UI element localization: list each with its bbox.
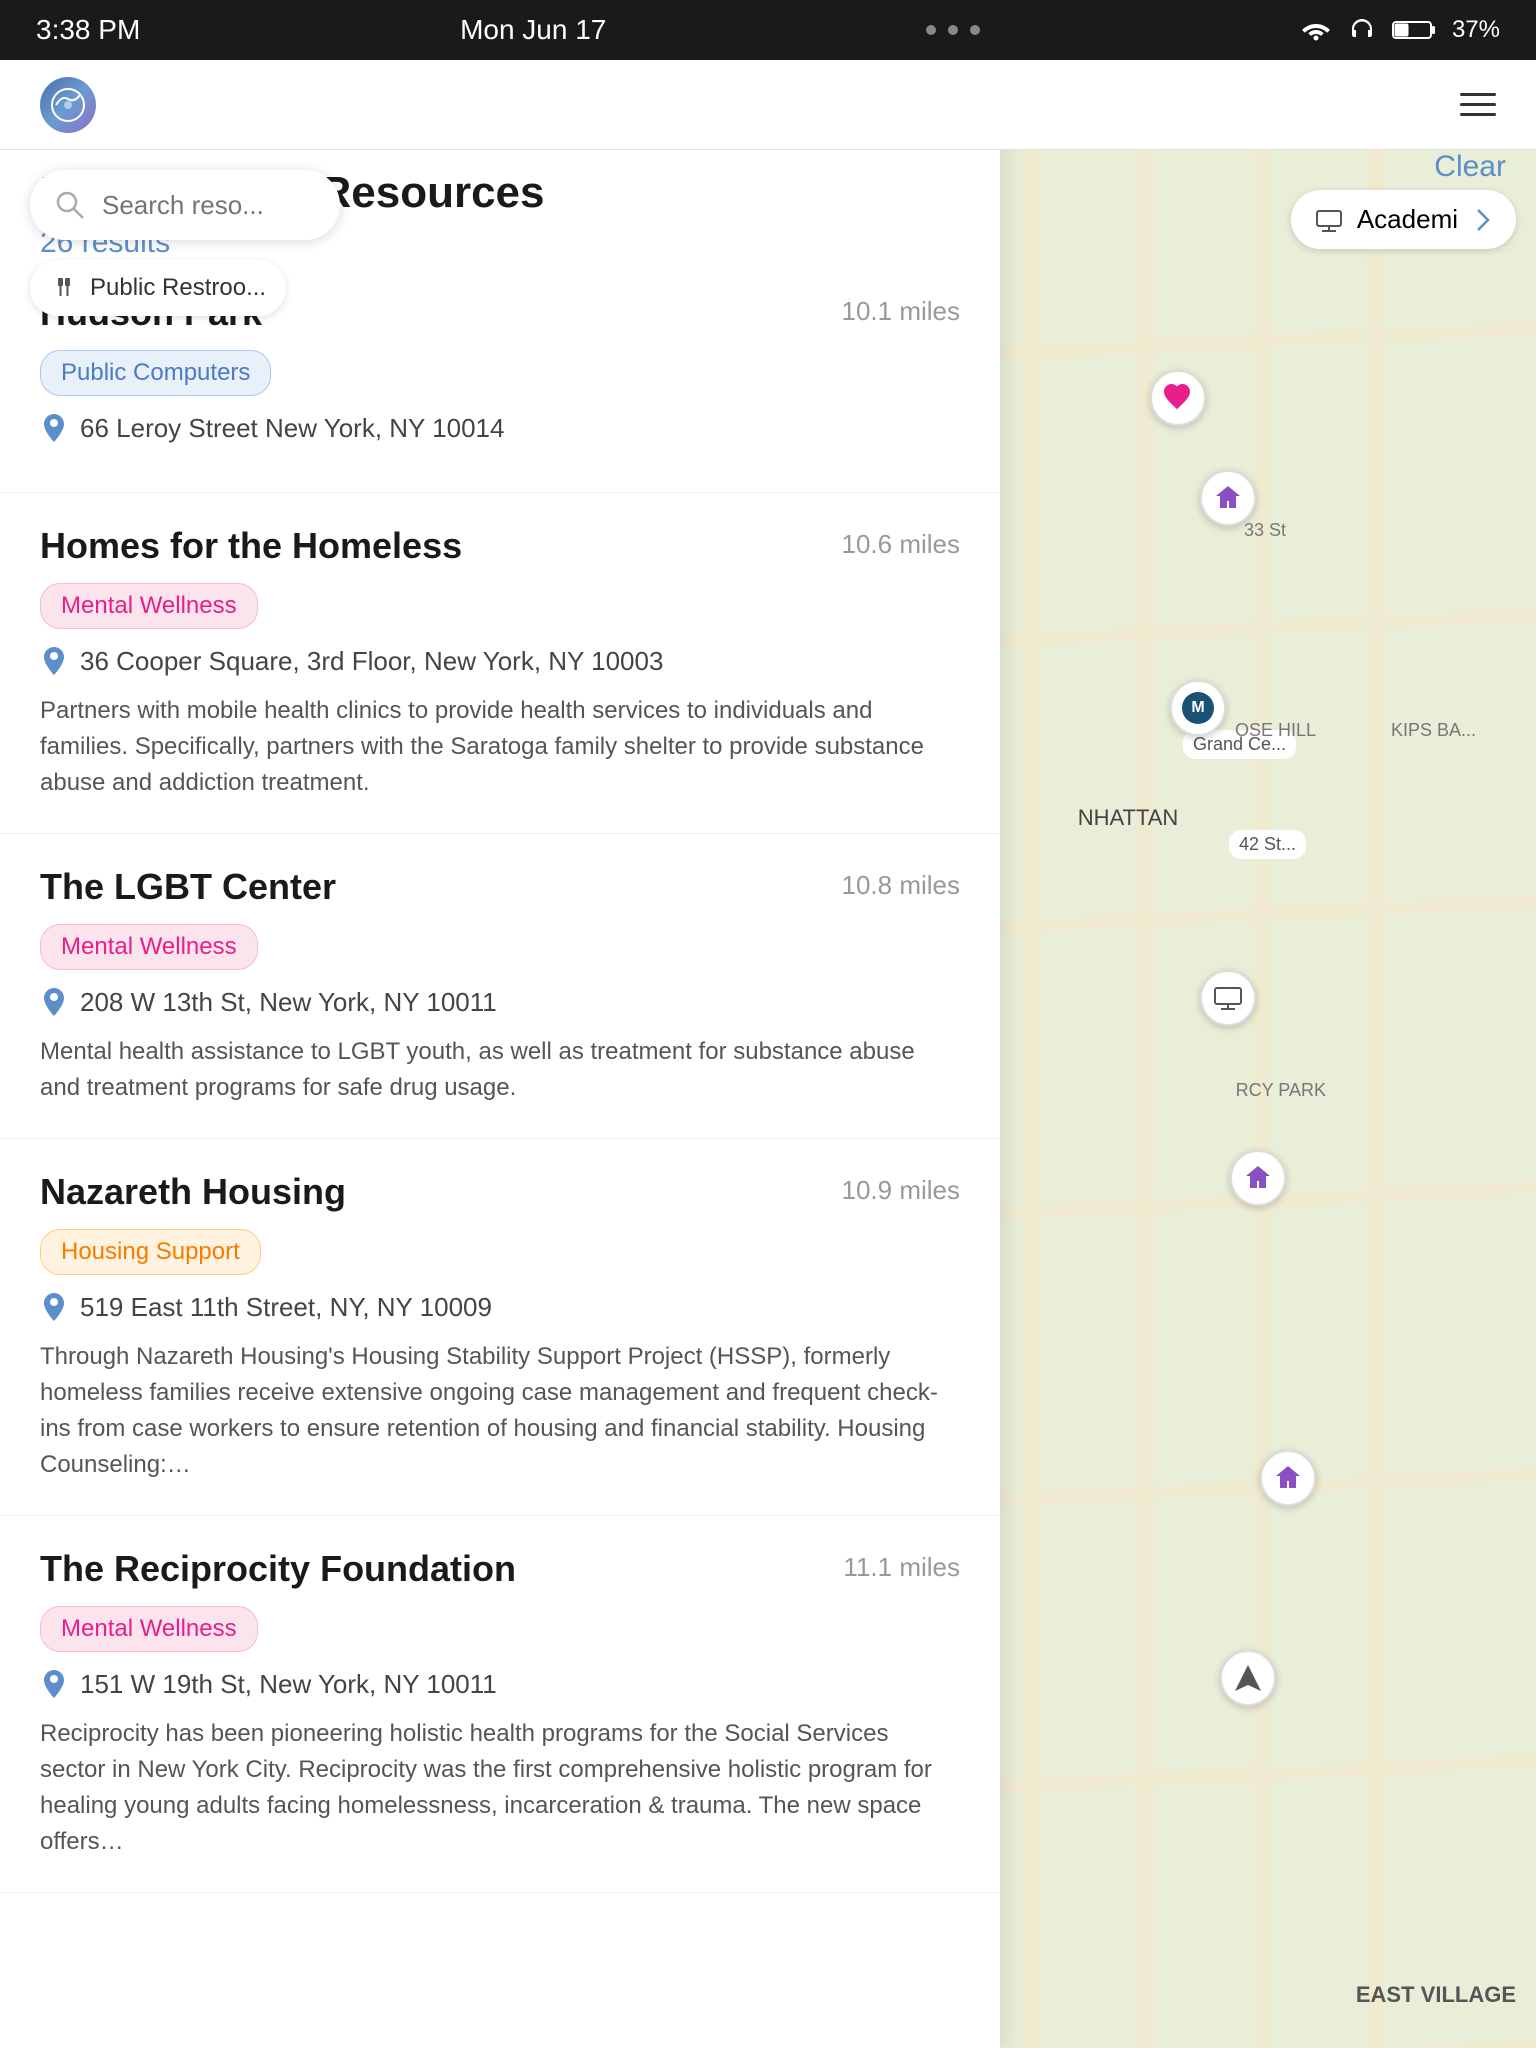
card-distance-2: 10.6 miles [842, 525, 961, 560]
resource-card-5[interactable]: The Reciprocity Foundation 11.1 miles Me… [0, 1516, 1000, 1893]
hamburger-menu-button[interactable] [1460, 93, 1496, 116]
hamburger-line-1 [1460, 93, 1496, 96]
hamburger-line-3 [1460, 113, 1496, 116]
status-date: Mon Jun 17 [460, 14, 606, 46]
map-chip-subway[interactable]: M [1170, 680, 1226, 736]
battery-icon [1392, 19, 1436, 41]
location-pin-5 [40, 1668, 68, 1700]
dot3 [970, 25, 980, 35]
home-marker-3-icon [1273, 1463, 1303, 1493]
filter-chip[interactable]: Public Restroo... [30, 260, 286, 316]
map-marker-home-1[interactable] [1200, 470, 1256, 526]
card-title-3: The LGBT Center [40, 866, 336, 908]
battery-percent: 37% [1452, 16, 1500, 44]
map-label-murray: NHATTAN [1100, 790, 1156, 846]
card-address-text-1: 66 Leroy Street New York, NY 10014 [80, 413, 504, 444]
map-marker-home-2[interactable] [1230, 1150, 1286, 1206]
card-address-text-3: 208 W 13th St, New York, NY 10011 [80, 987, 497, 1018]
navigate-icon [1233, 1663, 1263, 1693]
computer-chip-icon [1315, 206, 1343, 234]
card-tag-4[interactable]: Housing Support [40, 1229, 261, 1275]
card-title-5: The Reciprocity Foundation [40, 1548, 516, 1590]
card-tag-1[interactable]: Public Computers [40, 350, 271, 396]
map-right-controls: Clear Academi [1000, 120, 1536, 320]
search-input[interactable] [102, 190, 302, 221]
status-center [926, 25, 980, 35]
map-marker-navigate[interactable] [1220, 1650, 1276, 1706]
resource-card-2[interactable]: Homes for the Homeless 10.6 miles Mental… [0, 493, 1000, 834]
status-bar: 3:38 PM Mon Jun 17 37% [0, 0, 1536, 60]
card-address-text-4: 519 East 11th Street, NY, NY 10009 [80, 1292, 492, 1323]
map-label-eastvillage: EAST VILLAGE [1356, 1982, 1516, 2008]
card-distance-5: 11.1 miles [843, 1548, 960, 1583]
map-marker-heart[interactable] [1150, 370, 1206, 426]
card-address-1: 66 Leroy Street New York, NY 10014 [40, 412, 960, 444]
card-distance-4: 10.9 miles [842, 1171, 961, 1206]
app-header [0, 60, 1536, 150]
location-pin-3 [40, 986, 68, 1018]
category-chip[interactable]: Academi [1291, 190, 1516, 249]
card-description-3: Mental health assistance to LGBT youth, … [40, 1034, 960, 1106]
map-label-mrcypark: RCY PARK [1236, 1080, 1326, 1101]
card-tag-5[interactable]: Mental Wellness [40, 1606, 258, 1652]
bottom-panel[interactable]: Browsing All Resources 26 results Hudson… [0, 120, 1000, 2048]
dot1 [926, 25, 936, 35]
home-marker-2-icon [1243, 1163, 1273, 1193]
card-description-4: Through Nazareth Housing's Housing Stabi… [40, 1339, 960, 1483]
map-label-42st: 42 St... [1229, 830, 1306, 859]
computer-marker-1-icon [1213, 984, 1243, 1012]
card-address-5: 151 W 19th St, New York, NY 10011 [40, 1668, 960, 1700]
clear-button[interactable]: Clear [1434, 150, 1506, 184]
home-marker-1-icon [1213, 483, 1243, 513]
map-marker-home-3[interactable] [1260, 1450, 1316, 1506]
dot2 [948, 25, 958, 35]
resource-card-4[interactable]: Nazareth Housing 10.9 miles Housing Supp… [0, 1139, 1000, 1516]
category-chip-arrow [1472, 206, 1492, 234]
card-title-2: Homes for the Homeless [40, 525, 462, 567]
card-header-4: Nazareth Housing 10.9 miles [40, 1171, 960, 1213]
card-address-text-5: 151 W 19th St, New York, NY 10011 [80, 1669, 497, 1700]
status-time: 3:38 PM [36, 14, 140, 46]
category-chip-label: Academi [1357, 204, 1458, 235]
card-header-3: The LGBT Center 10.8 miles [40, 866, 960, 908]
restroom-icon [50, 274, 78, 302]
location-pin-1 [40, 412, 68, 444]
wifi-icon [1300, 18, 1332, 42]
search-bar[interactable] [30, 170, 340, 240]
headphones-icon [1348, 16, 1376, 44]
card-title-4: Nazareth Housing [40, 1171, 346, 1213]
card-header-2: Homes for the Homeless 10.6 miles [40, 525, 960, 567]
card-address-3: 208 W 13th St, New York, NY 10011 [40, 986, 960, 1018]
card-distance-1: 10.1 miles [842, 292, 961, 327]
hamburger-line-2 [1460, 103, 1496, 106]
card-description-5: Reciprocity has been pioneering holistic… [40, 1716, 960, 1860]
location-pin-2 [40, 645, 68, 677]
map-marker-computer-1[interactable] [1200, 970, 1256, 1026]
resource-card-3[interactable]: The LGBT Center 10.8 miles Mental Wellne… [0, 834, 1000, 1139]
card-header-5: The Reciprocity Foundation 11.1 miles [40, 1548, 960, 1590]
map-label-osehill: OSE HILL [1235, 720, 1316, 741]
card-address-4: 519 East 11th Street, NY, NY 10009 [40, 1291, 960, 1323]
card-distance-3: 10.8 miles [842, 866, 961, 901]
filter-chip-label: Public Restroo... [90, 274, 266, 302]
logo-icon [50, 87, 86, 123]
app-logo[interactable] [40, 77, 96, 133]
map-label-kipsba: KIPS BA... [1391, 720, 1476, 741]
search-icon [54, 189, 86, 221]
status-icons: 37% [1300, 16, 1500, 44]
card-address-2: 36 Cooper Square, 3rd Floor, New York, N… [40, 645, 960, 677]
card-description-2: Partners with mobile health clinics to p… [40, 693, 960, 801]
location-pin-4 [40, 1291, 68, 1323]
map-label-33st: 33 St [1244, 520, 1286, 541]
card-address-text-2: 36 Cooper Square, 3rd Floor, New York, N… [80, 646, 663, 677]
heart-marker-icon [1162, 382, 1194, 414]
card-tag-2[interactable]: Mental Wellness [40, 583, 258, 629]
card-tag-3[interactable]: Mental Wellness [40, 924, 258, 970]
